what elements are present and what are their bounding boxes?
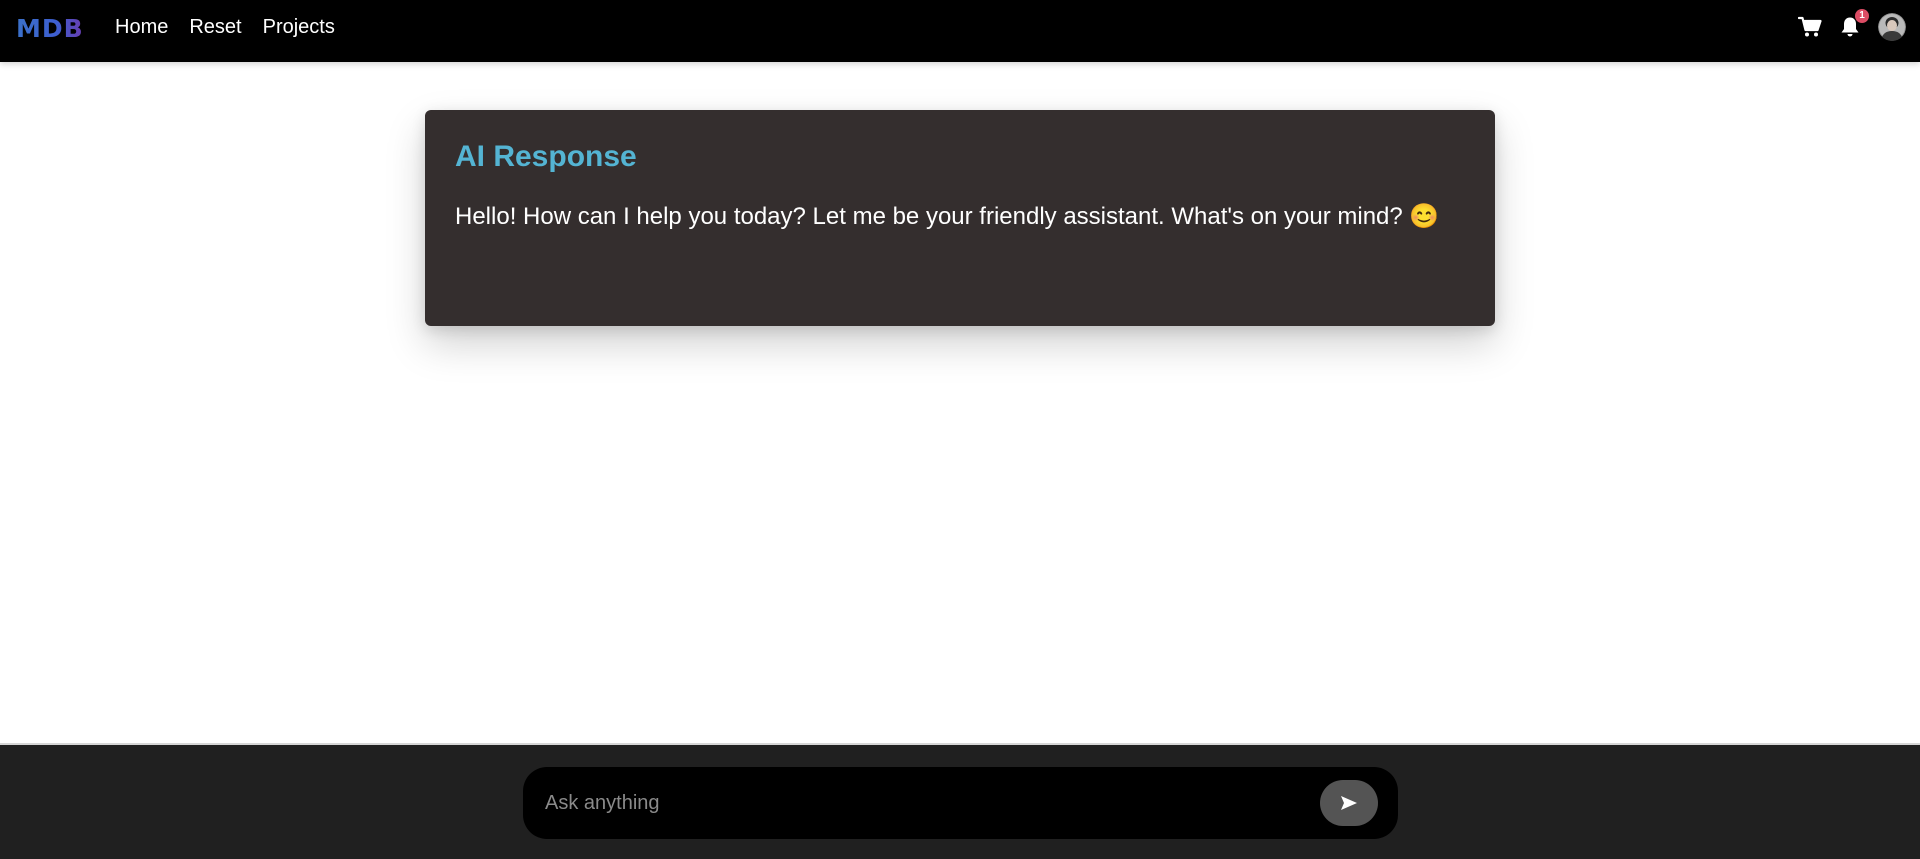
notification-badge: 1	[1855, 9, 1869, 23]
nav-link-reset[interactable]: Reset	[189, 16, 241, 39]
chat-input-bar	[0, 743, 1920, 859]
mdb-logo-icon: MDB	[16, 14, 82, 42]
nav-right-actions: 1	[1798, 0, 1920, 54]
avatar[interactable]	[1878, 13, 1906, 41]
ask-box	[523, 767, 1398, 839]
send-icon	[1341, 796, 1357, 810]
brand-logo[interactable]: MDB	[16, 13, 82, 43]
avatar-image	[1878, 13, 1906, 41]
cart-button[interactable]	[1798, 16, 1822, 38]
response-title: AI Response	[455, 140, 637, 173]
nav-link-home[interactable]: Home	[115, 16, 168, 39]
notifications-button[interactable]: 1	[1840, 9, 1869, 38]
response-text: Hello! How can I help you today? Let me …	[455, 203, 1440, 230]
send-button[interactable]	[1320, 780, 1378, 826]
top-navbar: MDB Home Reset Projects 1	[0, 0, 1920, 62]
ask-input[interactable]	[545, 767, 1325, 839]
ai-response-card: AI Response Hello! How can I help you to…	[425, 110, 1495, 326]
cart-icon	[1798, 16, 1822, 37]
nav-links: Home Reset Projects	[115, 0, 356, 54]
svg-text:MDB: MDB	[16, 14, 82, 42]
nav-link-projects[interactable]: Projects	[263, 16, 335, 39]
